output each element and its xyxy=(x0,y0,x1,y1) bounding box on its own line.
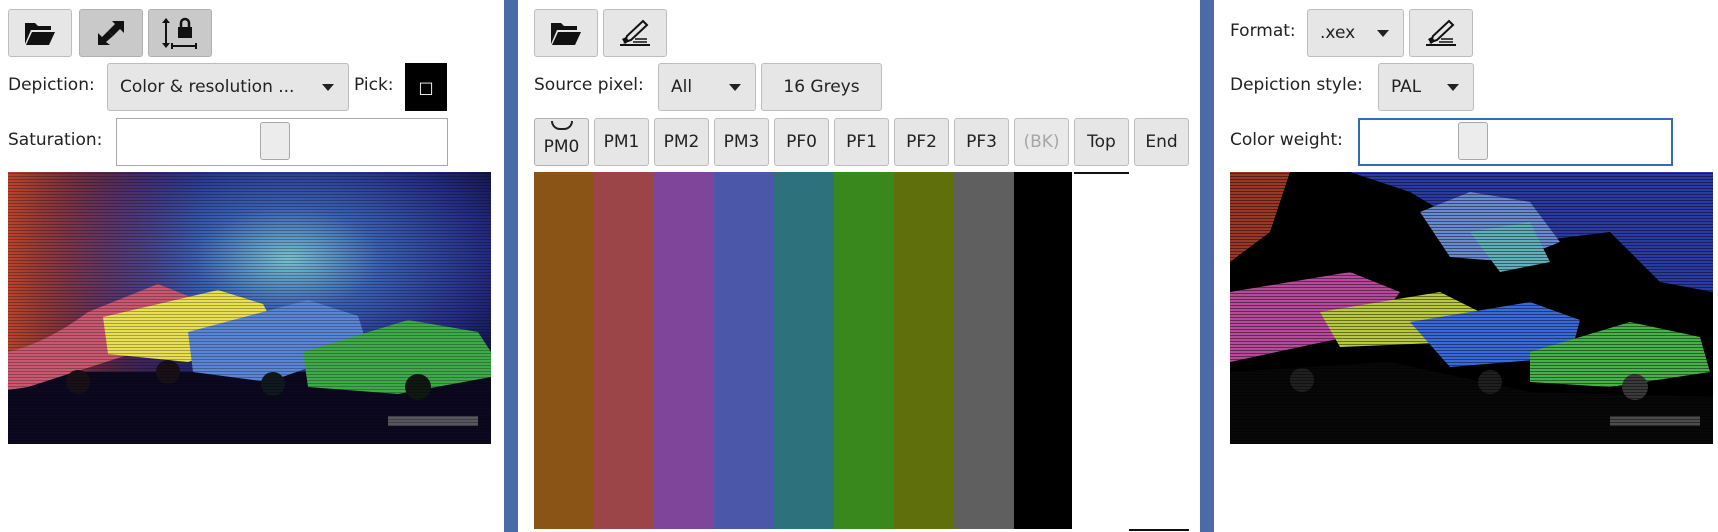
open-source-button[interactable] xyxy=(8,9,72,57)
palette-swatch[interactable] xyxy=(774,172,834,529)
register-label: PM2 xyxy=(663,132,700,152)
resize-lock-icon xyxy=(162,17,197,49)
swatch-end-line-bottom xyxy=(1129,529,1189,531)
greys-button[interactable]: 16 Greys xyxy=(761,63,882,111)
source-pixel-label: Source pixel: xyxy=(534,75,644,95)
register-label: PF3 xyxy=(966,132,997,152)
color-weight-label: Color weight: xyxy=(1230,130,1343,150)
source-pixel-value: All xyxy=(671,77,693,97)
register-label: PF1 xyxy=(846,132,877,152)
palette-swatch[interactable] xyxy=(654,172,714,529)
greys-button-label: 16 Greys xyxy=(783,77,860,97)
color-weight-slider[interactable] xyxy=(1358,118,1673,166)
expand-arrows-icon xyxy=(98,21,124,45)
register-label: PM1 xyxy=(603,132,640,152)
register-button-pm2[interactable]: PM2 xyxy=(654,118,709,166)
palette-swatch[interactable] xyxy=(894,172,954,529)
depiction-value: Color & resolution ... xyxy=(120,77,295,97)
register-button-pm0[interactable]: PM0 xyxy=(534,118,589,166)
depiction-style-label: Depiction style: xyxy=(1230,75,1363,95)
register-label: PM3 xyxy=(723,132,760,152)
depiction-dropdown[interactable]: Color & resolution ... xyxy=(107,63,349,111)
open-palette-button[interactable] xyxy=(534,9,598,57)
palette-panel: Source pixel: All 16 Greys PM0 PM1 PM2 P… xyxy=(518,0,1200,532)
edit-save-icon xyxy=(1426,19,1456,46)
register-label: PF2 xyxy=(906,132,937,152)
top-button[interactable]: Top xyxy=(1074,118,1129,166)
scanline-overlay xyxy=(8,172,491,444)
end-label: End xyxy=(1145,132,1178,152)
scanline-overlay xyxy=(1230,172,1713,444)
register-label: (BK) xyxy=(1023,132,1060,152)
color-weight-slider-thumb[interactable] xyxy=(1458,122,1488,160)
depiction-label: Depiction: xyxy=(8,75,95,95)
palette-swatch[interactable] xyxy=(1014,172,1072,529)
depiction-style-value: PAL xyxy=(1391,77,1422,97)
format-dropdown[interactable]: .xex xyxy=(1307,9,1404,57)
source-panel: Depiction: Color & resolution ... Pick: … xyxy=(0,0,504,532)
palette-swatch[interactable] xyxy=(534,172,594,529)
save-palette-button[interactable] xyxy=(603,9,667,57)
output-panel: Format: .xex Depiction style: PAL Color … xyxy=(1214,0,1718,532)
save-output-button[interactable] xyxy=(1409,9,1473,57)
register-button-pm3[interactable]: PM3 xyxy=(714,118,769,166)
register-label: PM0 xyxy=(543,137,580,157)
swatch-end-line-top xyxy=(1074,172,1129,174)
chevron-down-icon xyxy=(322,84,334,91)
saturation-slider[interactable] xyxy=(116,118,448,166)
register-button-bk[interactable]: (BK) xyxy=(1014,118,1069,166)
register-button-pf3[interactable]: PF3 xyxy=(954,118,1009,166)
source-image-preview[interactable] xyxy=(8,172,491,444)
saturation-slider-thumb[interactable] xyxy=(260,122,290,160)
depiction-style-dropdown[interactable]: PAL xyxy=(1378,63,1474,111)
chevron-down-icon xyxy=(729,84,741,91)
edit-save-icon xyxy=(620,19,650,46)
source-pixel-dropdown[interactable]: All xyxy=(658,63,756,111)
register-label: PF0 xyxy=(786,132,817,152)
saturation-label: Saturation: xyxy=(8,130,103,150)
format-value: .xex xyxy=(1320,23,1356,43)
register-button-pf2[interactable]: PF2 xyxy=(894,118,949,166)
chevron-down-icon xyxy=(1447,84,1459,91)
register-button-pf0[interactable]: PF0 xyxy=(774,118,829,166)
folder-open-icon xyxy=(25,23,55,45)
pick-color-swatch[interactable]: □ xyxy=(405,63,447,111)
folder-open-icon xyxy=(551,23,581,45)
register-button-pm1[interactable]: PM1 xyxy=(594,118,649,166)
palette-swatch[interactable] xyxy=(954,172,1014,529)
register-button-pf1[interactable]: PF1 xyxy=(834,118,889,166)
chevron-down-icon xyxy=(1377,30,1389,37)
output-image-preview[interactable] xyxy=(1230,172,1713,444)
palette-swatch[interactable] xyxy=(594,172,654,529)
pick-value: □ xyxy=(418,77,434,97)
format-label: Format: xyxy=(1230,21,1296,41)
enlarge-button[interactable] xyxy=(79,9,143,57)
top-label: Top xyxy=(1087,132,1116,152)
palette-swatch[interactable] xyxy=(714,172,774,529)
pick-label: Pick: xyxy=(354,75,394,95)
divider-left[interactable] xyxy=(504,0,518,532)
divider-right[interactable] xyxy=(1200,0,1214,532)
palette-swatch[interactable] xyxy=(834,172,894,529)
pointer-marker-icon xyxy=(551,121,573,130)
fit-size-lock-button[interactable] xyxy=(148,9,212,57)
end-button[interactable]: End xyxy=(1134,118,1189,166)
